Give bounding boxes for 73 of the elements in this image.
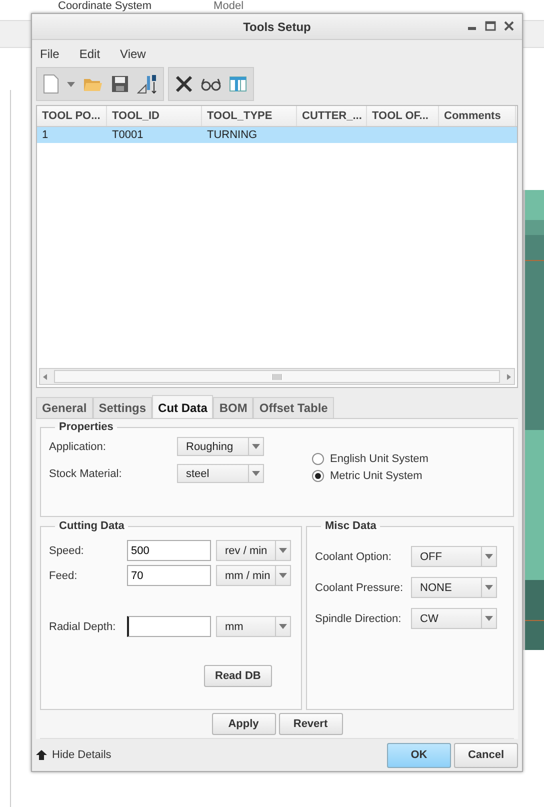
ribbon-label[interactable]: Coordinate System xyxy=(58,0,152,12)
menu-item[interactable]: Edit xyxy=(79,47,100,62)
radio-label[interactable]: Metric Unit System xyxy=(330,470,422,482)
field-label: Coolant Pressure: xyxy=(315,582,404,594)
caret-icon xyxy=(485,585,493,590)
caret-icon xyxy=(252,444,260,449)
table-cell-text: T0001 xyxy=(111,128,144,144)
caret-icon xyxy=(485,554,493,559)
read-db-button[interactable]: Read DB xyxy=(204,665,272,687)
column-header[interactable]: TOOL_ID xyxy=(107,106,202,126)
field-label: Application: xyxy=(49,440,107,452)
field-label: Feed: xyxy=(49,570,78,582)
up-arrow-icon[interactable] xyxy=(36,750,47,760)
field-label: Coolant Option: xyxy=(315,550,392,562)
field-label: Radial Depth: xyxy=(49,620,117,632)
table-row[interactable]: 1 T0001 TURNING xyxy=(37,127,517,144)
save-icon[interactable] xyxy=(111,75,129,94)
glasses-icon[interactable] xyxy=(201,77,221,92)
dropdown[interactable]: CW xyxy=(411,608,497,629)
tab[interactable]: Cut Data xyxy=(152,395,214,418)
column-header[interactable]: CUTTER_... xyxy=(297,106,367,126)
dropdown[interactable]: mm / min xyxy=(216,565,291,586)
column-header[interactable]: TOOL OF... xyxy=(367,106,439,126)
menu-item[interactable]: View xyxy=(120,47,146,62)
dropdown[interactable]: steel xyxy=(177,464,264,483)
input-field[interactable] xyxy=(127,616,211,637)
menu-item[interactable]: File xyxy=(40,47,60,62)
field-label: Stock Material: xyxy=(49,468,123,480)
group-title: Misc Data xyxy=(324,520,378,532)
field-label: Speed: xyxy=(49,544,85,556)
radio-label[interactable]: English Unit System xyxy=(330,453,428,465)
table-cell-text: TURNING xyxy=(206,128,258,144)
dialog-button[interactable]: Cancel xyxy=(454,742,518,768)
input-field[interactable]: 500 xyxy=(127,540,211,561)
dropdown[interactable]: NONE xyxy=(411,577,497,598)
table-cell-text: 1 xyxy=(41,128,50,144)
dialog-button[interactable]: Apply xyxy=(212,713,276,735)
dropdown[interactable]: mm xyxy=(216,616,291,637)
tab[interactable]: Offset Table xyxy=(253,397,334,418)
caret-icon xyxy=(485,616,493,621)
radio-button[interactable] xyxy=(312,453,324,465)
column-header[interactable]: TOOL_TYPE xyxy=(202,106,297,126)
caret-icon[interactable] xyxy=(67,82,75,87)
group-title: Cutting Data xyxy=(58,520,126,532)
delete-icon[interactable] xyxy=(175,75,193,94)
caret-icon xyxy=(279,624,287,629)
grip-icon[interactable] xyxy=(272,374,282,380)
column-header[interactable]: TOOL PO... xyxy=(37,106,107,126)
dropdown[interactable]: rev / min xyxy=(216,540,291,561)
tab[interactable]: BOM xyxy=(213,397,254,418)
column-header[interactable]: Comments xyxy=(439,106,516,126)
dropdown[interactable]: Roughing xyxy=(177,437,264,456)
close-icon[interactable] xyxy=(504,21,514,31)
caret-icon xyxy=(279,548,287,553)
ribbon-label[interactable]: Model xyxy=(214,0,244,12)
dialog-button[interactable]: OK xyxy=(387,742,451,768)
dropdown[interactable]: OFF xyxy=(411,546,497,567)
tab[interactable]: Settings xyxy=(92,397,152,418)
field-label: Spindle Direction: xyxy=(315,612,402,624)
caret-icon xyxy=(252,471,260,476)
window-title: Tools Setup xyxy=(243,20,311,34)
dialog-button[interactable]: Revert xyxy=(278,713,342,735)
group-title: Properties xyxy=(58,421,114,433)
hide-details-link[interactable]: Hide Details xyxy=(52,749,112,761)
new-file-icon[interactable] xyxy=(43,74,59,94)
tab[interactable]: General xyxy=(36,397,93,418)
horizontal-scrollbar[interactable] xyxy=(39,368,515,385)
caret-icon xyxy=(279,573,287,578)
maximize-icon[interactable] xyxy=(485,21,496,31)
radio-button[interactable] xyxy=(312,470,324,482)
columns-icon[interactable] xyxy=(229,76,247,92)
input-field[interactable]: 70 xyxy=(127,565,211,586)
tool-measure-icon[interactable] xyxy=(137,74,157,94)
